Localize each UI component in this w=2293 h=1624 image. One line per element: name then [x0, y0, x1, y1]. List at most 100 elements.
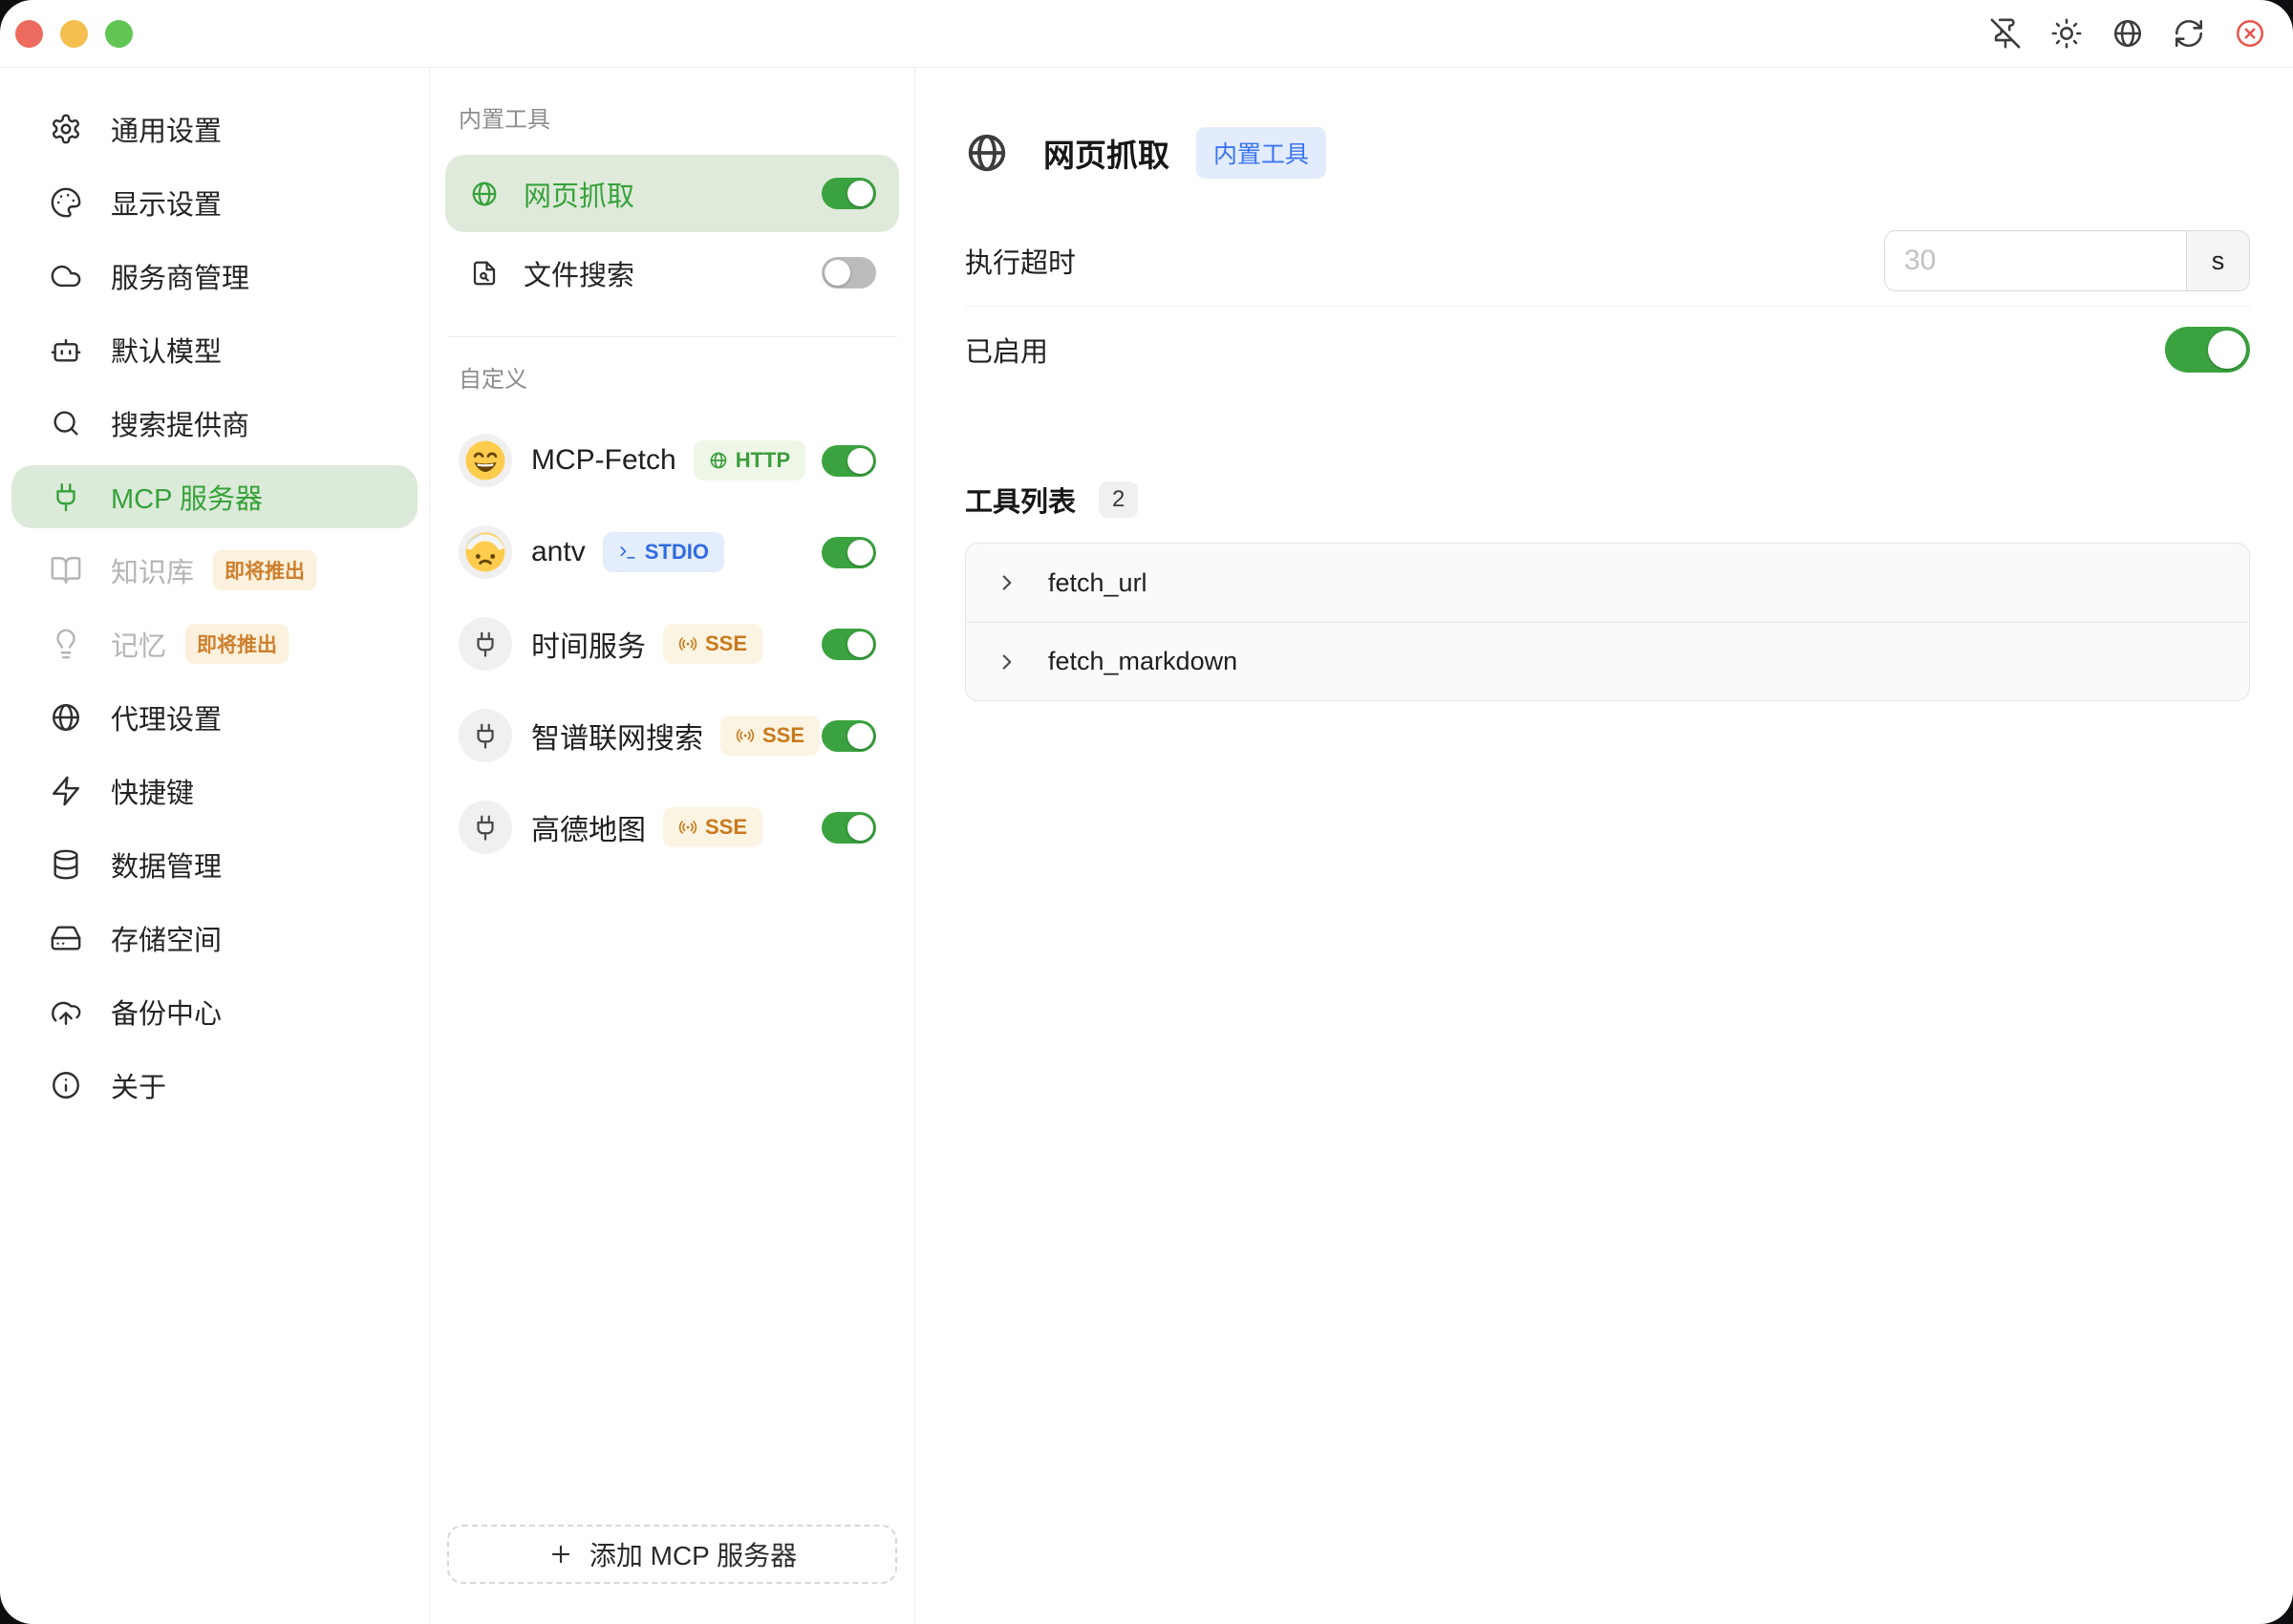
sidebar-item-shortcuts[interactable]: 快捷键 — [11, 759, 418, 823]
plug-icon — [471, 813, 500, 842]
server-row-time-service[interactable]: 时间服务 SSE — [445, 598, 899, 690]
tools-list: fetch_url fetch_markdown — [965, 543, 2250, 701]
mcp-fetch-toggle[interactable] — [822, 445, 876, 477]
search-icon — [50, 407, 82, 439]
sidebar-item-data-management[interactable]: 数据管理 — [11, 833, 418, 896]
server-avatar — [459, 525, 512, 579]
amap-toggle[interactable] — [822, 812, 876, 844]
sidebar-item-general[interactable]: 通用设置 — [11, 97, 418, 160]
sidebar-item-label: 服务商管理 — [111, 256, 249, 296]
server-avatar — [459, 801, 512, 854]
sidebar-item-label: 备份中心 — [111, 992, 222, 1032]
http-transport-badge: HTTP — [694, 440, 805, 481]
server-name: antv — [531, 536, 586, 568]
app-window: 通用设置 显示设置 服务商管理 默认模型 搜索提供商 MCP 服务器 — [0, 0, 2293, 1624]
sidebar-item-backup[interactable]: 备份中心 — [11, 980, 418, 1043]
badge-label: SSE — [762, 723, 804, 748]
server-name: 时间服务 — [531, 623, 646, 665]
stdio-transport-badge: STDIO — [603, 532, 724, 572]
cloud-icon — [50, 260, 82, 292]
server-row-zhipu-search[interactable]: 智谱联网搜索 SSE — [445, 690, 899, 781]
sse-transport-badge: SSE — [663, 624, 762, 664]
enabled-row: 已启用 — [965, 327, 2250, 373]
mcp-server-list-panel: 内置工具 网页抓取 文件搜索 自定义 MCP-Fetch — [430, 68, 915, 1624]
close-icon[interactable] — [2234, 17, 2266, 50]
sidebar-item-label: 关于 — [111, 1065, 166, 1105]
sidebar-item-mcp-servers[interactable]: MCP 服务器 — [11, 465, 418, 528]
chevron-right-icon — [995, 570, 1019, 595]
sidebar-item-search-providers[interactable]: 搜索提供商 — [11, 392, 418, 455]
enabled-toggle[interactable] — [2165, 327, 2250, 373]
zhipu-search-toggle[interactable] — [822, 720, 876, 752]
sidebar-item-label: 显示设置 — [111, 182, 222, 223]
sidebar-item-label: 默认模型 — [111, 330, 222, 370]
timeout-label: 执行超时 — [965, 241, 1076, 281]
add-mcp-server-button[interactable]: 添加 MCP 服务器 — [447, 1525, 897, 1584]
zoom-traffic-button[interactable] — [105, 20, 133, 48]
sidebar-item-storage[interactable]: 存储空间 — [11, 907, 418, 970]
robot-icon — [50, 333, 82, 366]
refresh-icon[interactable] — [2173, 17, 2205, 50]
server-name: 高德地图 — [531, 806, 646, 848]
close-traffic-button[interactable] — [15, 20, 43, 48]
server-avatar — [459, 709, 512, 762]
panel-divider — [447, 336, 897, 337]
sidebar-item-label: MCP 服务器 — [111, 477, 263, 517]
sse-transport-badge: SSE — [720, 716, 820, 756]
sidebar-item-label: 数据管理 — [111, 844, 222, 885]
builtin-tool-file-search[interactable]: 文件搜索 — [445, 234, 899, 311]
gear-icon — [50, 113, 82, 145]
lightbulb-icon — [50, 628, 82, 660]
bandage-face-emoji-icon — [463, 530, 507, 574]
tool-item-fetch-markdown[interactable]: fetch_markdown — [966, 622, 2249, 700]
sidebar-item-memory[interactable]: 记忆 即将推出 — [11, 612, 418, 675]
sidebar-item-label: 存储空间 — [111, 918, 222, 958]
server-detail-pane: 网页抓取 内置工具 执行超时 s 已启用 工具列表 2 — [915, 68, 2293, 1624]
builtin-tool-badge: 内置工具 — [1196, 127, 1326, 179]
builtin-tools-header: 内置工具 — [459, 100, 886, 134]
sidebar-item-display[interactable]: 显示设置 — [11, 171, 418, 234]
radio-icon — [736, 726, 755, 745]
sidebar-item-proxy[interactable]: 代理设置 — [11, 686, 418, 749]
globe-icon — [50, 701, 82, 734]
minimize-traffic-button[interactable] — [60, 20, 88, 48]
server-row-mcp-fetch[interactable]: MCP-Fetch HTTP — [445, 415, 899, 506]
globe-icon[interactable] — [2111, 17, 2144, 50]
terminal-icon — [618, 543, 637, 562]
tool-label: 网页抓取 — [524, 174, 634, 214]
sidebar-item-label: 搜索提供商 — [111, 403, 249, 443]
tool-item-fetch-url[interactable]: fetch_url — [966, 544, 2249, 622]
grinning-emoji-icon — [463, 438, 507, 482]
globe-icon — [709, 451, 728, 470]
server-avatar — [459, 617, 512, 671]
sidebar-item-knowledge-base[interactable]: 知识库 即将推出 — [11, 539, 418, 602]
sidebar-item-about[interactable]: 关于 — [11, 1054, 418, 1117]
tool-name: fetch_markdown — [1048, 647, 1237, 676]
tools-list-title: 工具列表 — [965, 480, 1076, 520]
builtin-tool-web-fetch[interactable]: 网页抓取 — [445, 155, 899, 232]
server-name: MCP-Fetch — [531, 444, 676, 477]
sidebar-item-default-models[interactable]: 默认模型 — [11, 318, 418, 381]
timeout-input[interactable] — [1885, 231, 2186, 290]
server-row-antv[interactable]: antv STDIO — [445, 506, 899, 598]
web-fetch-toggle[interactable] — [822, 178, 876, 209]
palette-icon — [50, 186, 82, 219]
panel-spacer — [445, 873, 899, 1525]
antv-toggle[interactable] — [822, 537, 876, 568]
pin-off-icon[interactable] — [1989, 17, 2022, 50]
sun-icon[interactable] — [2050, 17, 2083, 50]
titlebar-icons — [1989, 17, 2266, 50]
timeout-input-group: s — [1884, 230, 2250, 291]
coming-soon-badge: 即将推出 — [185, 624, 289, 664]
sidebar-item-providers[interactable]: 服务商管理 — [11, 245, 418, 308]
server-row-amap[interactable]: 高德地图 SSE — [445, 781, 899, 873]
sidebar-item-label: 通用设置 — [111, 109, 222, 149]
sse-transport-badge: SSE — [663, 807, 762, 847]
book-icon — [50, 554, 82, 587]
database-icon — [50, 848, 82, 881]
file-search-toggle[interactable] — [822, 257, 876, 288]
time-service-toggle[interactable] — [822, 629, 876, 660]
plug-icon — [50, 481, 82, 513]
badge-label: STDIO — [645, 540, 709, 565]
add-button-label: 添加 MCP 服务器 — [589, 1535, 797, 1573]
